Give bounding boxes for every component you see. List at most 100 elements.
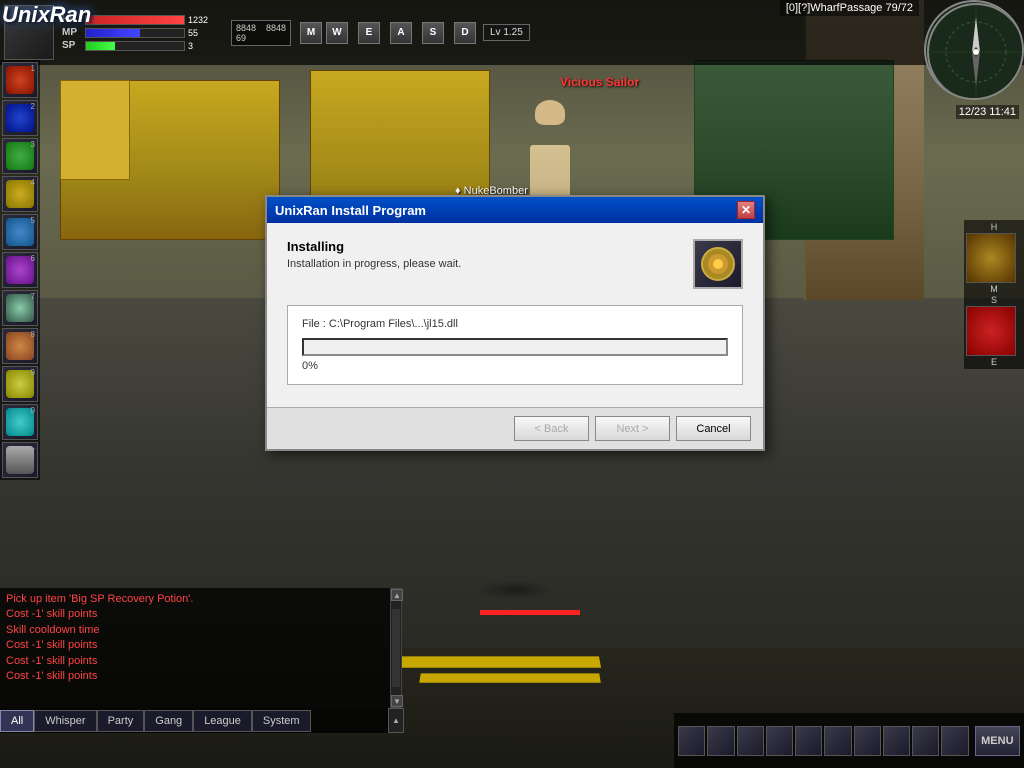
dialog-header-desc: Installation in progress, please wait. — [287, 258, 681, 270]
chat-line-5: Cost -1' skill points — [6, 654, 384, 669]
hud-icon-9[interactable] — [912, 726, 939, 756]
skill-number-3: 3 — [31, 140, 35, 149]
hud-icon-4[interactable] — [766, 726, 793, 756]
hud-icon-8[interactable] — [883, 726, 910, 756]
stats-box: 8848 8848 69 — [231, 20, 291, 46]
btn-e[interactable]: E — [358, 22, 380, 44]
hud-icon-7[interactable] — [854, 726, 881, 756]
skill-number-4: 4 — [31, 178, 35, 187]
sp-bar-row: SP 3 — [62, 40, 223, 51]
stat-val-1: 8848 — [236, 23, 256, 33]
tab-gang[interactable]: Gang — [144, 710, 193, 732]
skill-slot-9[interactable]: 9 — [2, 366, 38, 402]
tab-whisper[interactable]: Whisper — [34, 710, 96, 732]
skill-slot-2[interactable]: 2 — [2, 100, 38, 136]
chat-scrollbar[interactable]: ▲ ▼ — [390, 588, 402, 708]
hud-r-label-m: M — [966, 284, 1022, 294]
skill-bar: 1 2 3 4 5 6 7 8 9 0 - — [0, 60, 40, 480]
dialog-file-row: File : C:\Program Files\...\jl15.dll — [302, 318, 728, 330]
skill-slot-0[interactable]: 0 — [2, 404, 38, 440]
tab-league[interactable]: League — [193, 710, 252, 732]
action-buttons: M W — [299, 21, 349, 45]
btn-a[interactable]: A — [390, 22, 412, 44]
next-button[interactable]: Next > — [595, 416, 670, 441]
skill-slot-4[interactable]: 4 — [2, 176, 38, 212]
chat-line-2: Cost -1' skill points — [6, 607, 384, 622]
skill-icon-dash — [6, 446, 34, 474]
hp-bar-fill — [86, 16, 184, 24]
level-box: Lv 1.25 — [483, 24, 530, 41]
skill-slot-5[interactable]: 5 — [2, 214, 38, 250]
btn-d[interactable]: D — [454, 22, 476, 44]
dialog-header-title: Installing — [287, 239, 681, 254]
skill-number-0: 0 — [31, 406, 35, 415]
cancel-button[interactable]: Cancel — [676, 416, 751, 441]
hud-icon-2[interactable] — [707, 726, 734, 756]
skill-slot-3[interactable]: 3 — [2, 138, 38, 174]
tab-party[interactable]: Party — [97, 710, 145, 732]
dialog-header-section: Installing Installation in progress, ple… — [287, 239, 743, 289]
sp-value: 3 — [188, 41, 223, 51]
chat-line-6: Cost -1' skill points — [6, 669, 384, 684]
stat-val-2: 8848 — [266, 23, 286, 33]
stat-val-3: 69 — [236, 33, 246, 43]
skill-slot-dash[interactable]: - — [2, 442, 38, 478]
skill-number-5: 5 — [31, 216, 35, 225]
file-label: File : — [302, 318, 326, 330]
skill-number-8: 8 — [31, 330, 35, 339]
mp-bar-row: MP 55 — [62, 27, 223, 38]
action-buttons-3: A — [389, 21, 413, 45]
skill-number-7: 7 — [31, 292, 35, 301]
btn-w[interactable]: W — [326, 22, 348, 44]
dialog-header-icon — [693, 239, 743, 289]
hud-icon-6[interactable] — [824, 726, 851, 756]
hud-right-slot-2[interactable] — [966, 306, 1016, 356]
scroll-down-arrow[interactable]: ▼ — [391, 695, 403, 707]
dialog-title: UnixRan Install Program — [275, 203, 426, 218]
sp-bar-fill — [86, 42, 115, 50]
chat-tab-bar: All Whisper Party Gang League System — [0, 708, 400, 733]
menu-button[interactable]: MENU — [975, 726, 1020, 756]
scroll-thumb[interactable] — [392, 609, 400, 687]
hud-r-label-e: E — [966, 357, 1022, 367]
minimap — [924, 0, 1024, 100]
sp-label: SP — [62, 40, 82, 51]
tab-all[interactable]: All — [0, 710, 34, 732]
skill-slot-1[interactable]: 1 — [2, 62, 38, 98]
stats-row-1: 8848 8848 — [236, 23, 286, 33]
hud-right-slot-1[interactable] — [966, 233, 1016, 283]
chat-line-1: Pick up item 'Big SP Recovery Potion'. — [6, 592, 384, 607]
skill-number-9: 9 — [31, 368, 35, 377]
hud-icon-10[interactable] — [941, 726, 968, 756]
skill-slot-8[interactable]: 8 — [2, 328, 38, 364]
btn-s[interactable]: S — [422, 22, 444, 44]
truck-left-cab — [60, 80, 130, 180]
scroll-up-arrow[interactable]: ▲ — [391, 589, 403, 601]
action-buttons-4: S — [421, 21, 445, 45]
dialog-progress-box: File : C:\Program Files\...\jl15.dll 0% — [287, 305, 743, 385]
hud-r-label-s: S — [966, 295, 1022, 305]
skill-slot-6[interactable]: 6 — [2, 252, 38, 288]
skill-number-1: 1 — [31, 64, 35, 73]
progress-percent: 0% — [302, 360, 728, 372]
tab-system[interactable]: System — [252, 710, 311, 732]
action-buttons-2: E — [357, 21, 381, 45]
dialog-footer: < Back Next > Cancel — [267, 407, 763, 449]
chat-expand-button[interactable]: ▲ — [388, 708, 404, 733]
enemy-name-label: Vicious Sailor — [560, 75, 639, 89]
skill-number-6: 6 — [31, 254, 35, 263]
dialog-close-button[interactable]: ✕ — [737, 201, 755, 219]
mp-bar-track — [85, 28, 185, 38]
chat-line-3: Skill cooldown time — [6, 623, 384, 638]
hp-value: 1232 — [188, 15, 223, 25]
hud-icon-5[interactable] — [795, 726, 822, 756]
btn-m[interactable]: M — [300, 22, 322, 44]
install-dialog: UnixRan Install Program ✕ Installing Ins… — [265, 195, 765, 451]
hud-icon-3[interactable] — [737, 726, 764, 756]
skill-slot-7[interactable]: 7 — [2, 290, 38, 326]
progress-bar-track — [302, 338, 728, 356]
hud-icon-1[interactable] — [678, 726, 705, 756]
back-button[interactable]: < Back — [514, 416, 589, 441]
mp-bar-fill — [86, 29, 140, 37]
file-path: C:\Program Files\...\jl15.dll — [329, 318, 458, 330]
